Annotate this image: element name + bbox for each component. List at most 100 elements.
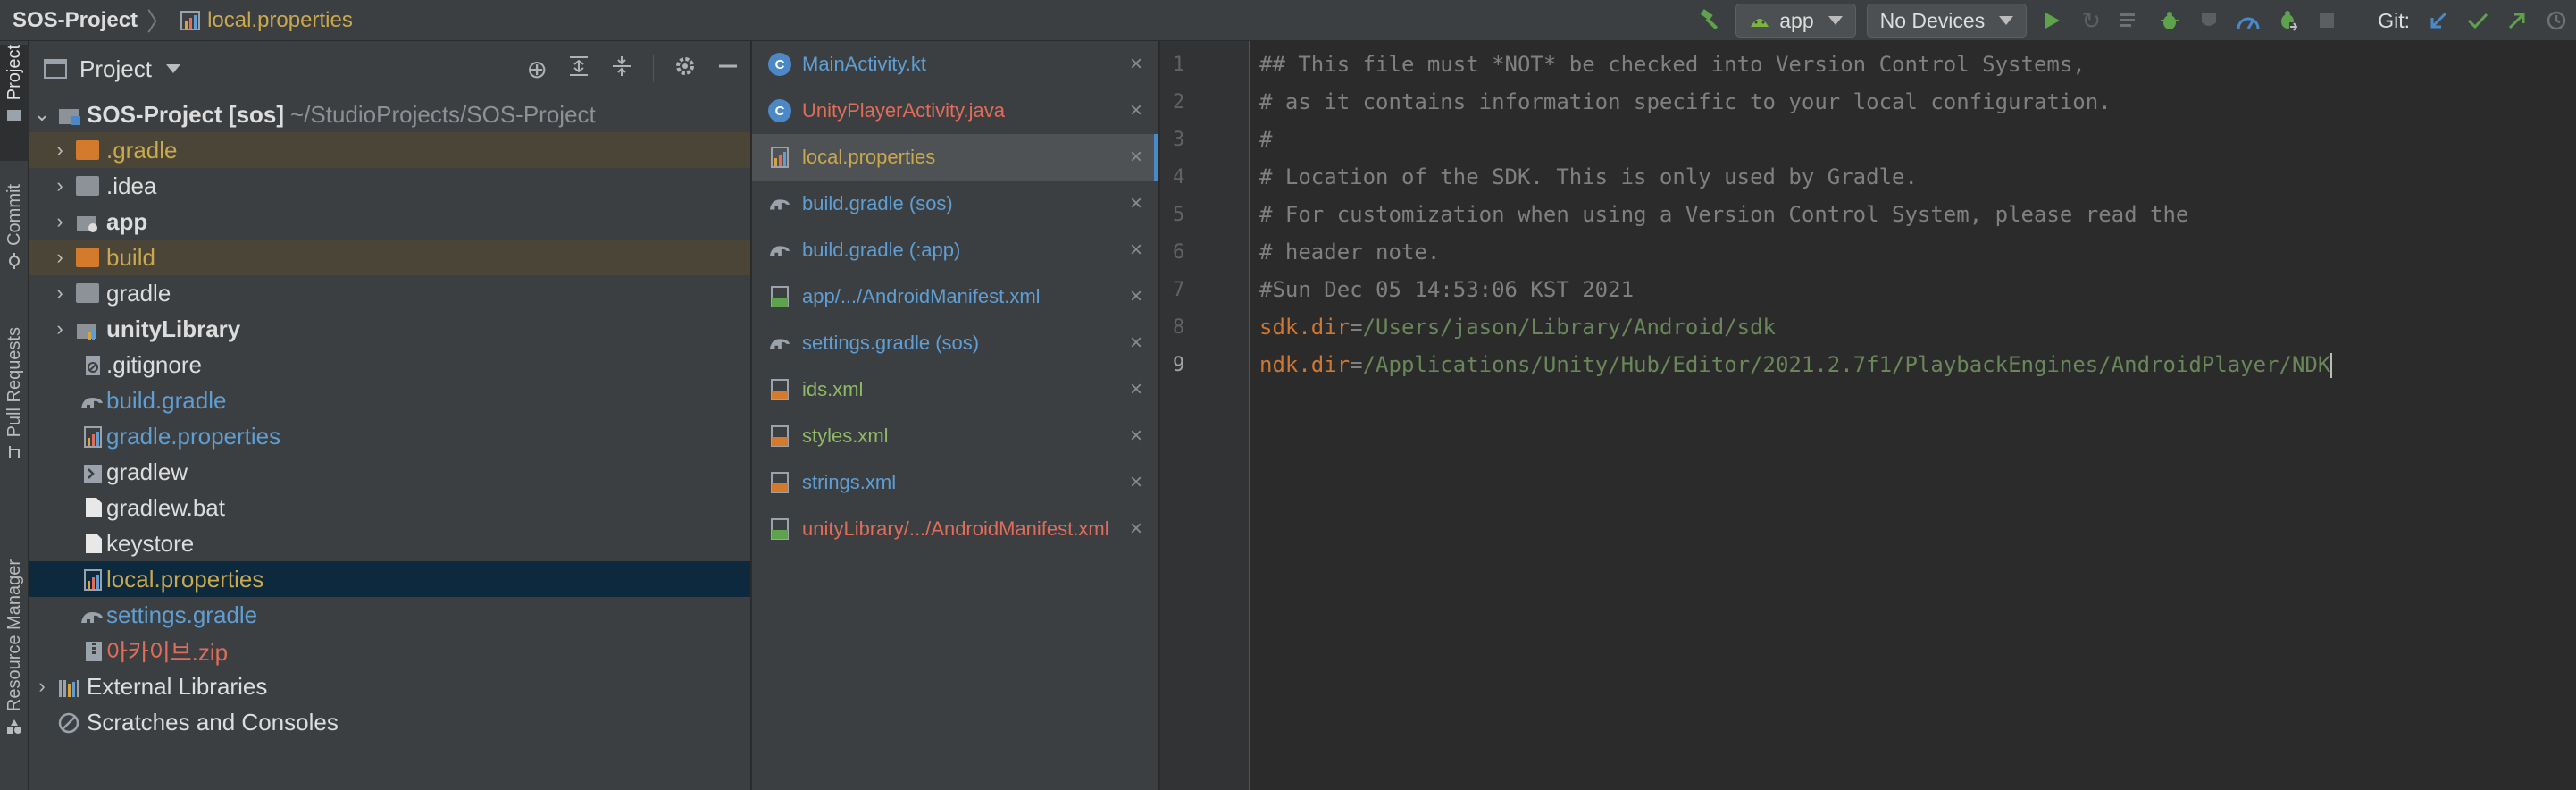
breadcrumb-file[interactable]: local.properties [207,8,353,33]
apply-changes-icon[interactable] [2111,0,2150,41]
tree-item-gradle-properties[interactable]: gradle.properties [29,418,750,454]
tab-styles-xml[interactable]: styles.xml × [752,413,1158,459]
tree-item-gradlew-bat[interactable]: gradlew.bat [29,490,750,525]
code-line-current[interactable]: ndk.dir=/Applications/Unity/Hub/Editor/2… [1259,352,2333,378]
tab-commit[interactable]: Commit [0,184,29,291]
tree-item-local-properties[interactable]: local.properties [29,561,750,597]
gear-icon[interactable] [673,55,697,84]
line-number: 1 [1173,54,1185,76]
tree-item-app[interactable]: › app [29,204,750,240]
chevron-right-icon[interactable]: › [51,282,69,304]
tree-item-gradle-cache[interactable]: › .gradle [29,132,750,168]
code-line[interactable]: #Sun Dec 05 14:53:06 KST 2021 [1259,277,1634,302]
chevron-right-icon[interactable]: › [51,246,69,268]
android-icon [1751,19,1769,27]
tree-item-settings-gradle[interactable]: settings.gradle [29,597,750,633]
close-icon[interactable]: × [1130,52,1142,77]
debug-icon[interactable] [2150,0,2189,41]
code-line[interactable]: ## This file must *NOT* be checked into … [1259,52,2086,77]
tab-build-gradle-sos[interactable]: build.gradle (sos) × [752,181,1158,227]
locate-file-icon[interactable]: ⊕ [527,55,548,84]
git-label: Git: [2378,8,2410,32]
project-view-title[interactable]: Project [79,55,152,83]
git-commit-icon[interactable] [2458,0,2497,41]
collapse-all-icon[interactable] [610,55,633,84]
tree-item-build-gradle[interactable]: build.gradle [29,382,750,418]
tree-item-label: 아카이브.zip [106,638,229,666]
coverage-icon[interactable] [2189,0,2229,41]
chevron-right-icon[interactable]: › [33,675,51,697]
tree-item-gitignore[interactable]: .gitignore [29,347,750,382]
close-icon[interactable]: × [1130,517,1142,542]
close-icon[interactable]: × [1130,377,1142,402]
git-history-icon[interactable] [2537,0,2576,41]
tree-item-label: local.properties [106,565,264,592]
stop-icon[interactable] [2307,0,2346,41]
close-icon[interactable]: × [1130,284,1142,309]
tree-item-archive-zip[interactable]: 아카이브.zip [29,633,750,668]
close-icon[interactable]: × [1130,470,1142,495]
tree-item-scratches[interactable]: Scratches and Consoles [29,704,750,740]
close-icon[interactable]: × [1130,191,1142,216]
code-line[interactable]: # Location of the SDK. This is only used… [1259,164,1918,189]
git-update-icon[interactable] [2419,0,2458,41]
tool-window-stripe: Project Commit Pull Requests Resource Ma… [0,41,29,790]
tree-item-gradlew[interactable]: gradlew [29,454,750,490]
tree-item-label: settings.gradle [106,601,258,628]
tab-project[interactable]: Project [0,45,29,161]
folder-icon [76,283,99,303]
run-config-select[interactable]: app [1735,4,1856,38]
tree-item-keystore[interactable]: keystore [29,525,750,561]
run-icon[interactable] [2032,0,2071,41]
code-line[interactable]: # [1259,127,1272,152]
close-icon[interactable]: × [1130,145,1142,170]
close-icon[interactable]: × [1130,98,1142,123]
tree-item-build[interactable]: › build [29,240,750,275]
tree-item-external-libraries[interactable]: › External Libraries [29,668,750,704]
tree-item-label: gradle.properties [106,422,281,450]
close-icon[interactable]: × [1130,238,1142,263]
tree-item-unitylibrary[interactable]: › unityLibrary [29,311,750,347]
profile-icon[interactable] [2229,0,2268,41]
tab-unityplayeractivity-java[interactable]: C UnityPlayerActivity.java × [752,88,1158,134]
tree-root[interactable]: ⌄ SOS-Project [sos] ~/StudioProjects/SOS… [29,97,750,132]
code-line[interactable]: # as it contains information specific to… [1259,89,2112,114]
device-select[interactable]: No Devices [1866,4,2028,38]
expand-all-icon[interactable] [567,55,590,84]
code-line[interactable]: # header note. [1259,240,1440,265]
rerun-icon[interactable]: ↻ [2071,0,2111,41]
close-icon[interactable]: × [1130,331,1142,356]
hide-panel-icon[interactable] [716,55,740,84]
tab-settings-gradle-sos[interactable]: settings.gradle (sos) × [752,320,1158,366]
tab-label: build.gradle (sos) [802,192,953,214]
git-push-icon[interactable] [2497,0,2537,41]
chevron-down-icon[interactable]: ⌄ [33,103,51,125]
tab-mainactivity-kt[interactable]: C MainActivity.kt × [752,41,1158,88]
tree-item-label: .gradle [106,136,178,164]
tab-build-gradle-app[interactable]: build.gradle (:app) × [752,227,1158,273]
tab-ids-xml[interactable]: ids.xml × [752,366,1158,413]
code-editor[interactable]: ## This file must *NOT* be checked into … [1250,41,2576,790]
tab-local-properties[interactable]: local.properties × [752,134,1158,181]
tab-pull-requests[interactable]: Pull Requests [0,327,29,533]
chevron-right-icon[interactable]: › [51,317,69,340]
chevron-right-icon[interactable]: › [51,210,69,232]
code-line[interactable]: sdk.dir=/Users/jason/Library/Android/sdk [1259,315,1776,340]
tab-unitylibrary-manifest[interactable]: unityLibrary/.../AndroidManifest.xml × [752,506,1158,552]
tab-app-manifest[interactable]: app/.../AndroidManifest.xml × [752,273,1158,320]
tree-item-idea[interactable]: › .idea [29,168,750,204]
chevron-right-icon[interactable]: › [51,174,69,197]
line-number: 4 [1173,166,1185,189]
chevron-right-icon[interactable]: › [51,139,69,161]
build-hammer-icon[interactable] [1691,0,1730,41]
close-icon[interactable]: × [1130,424,1142,449]
chevron-down-icon[interactable] [165,64,180,73]
breadcrumb-project[interactable]: SOS-Project [13,8,138,33]
tree-item-label: gradlew [106,458,188,485]
attach-debugger-icon[interactable] [2268,0,2307,41]
tree-item-gradle[interactable]: › gradle [29,275,750,311]
tab-resource-manager[interactable]: Resource Manager [0,559,29,783]
code-line[interactable]: # For customization when using a Version… [1259,202,2188,227]
project-panel-header: Project ⊕ [29,41,750,97]
tab-strings-xml[interactable]: strings.xml × [752,459,1158,506]
